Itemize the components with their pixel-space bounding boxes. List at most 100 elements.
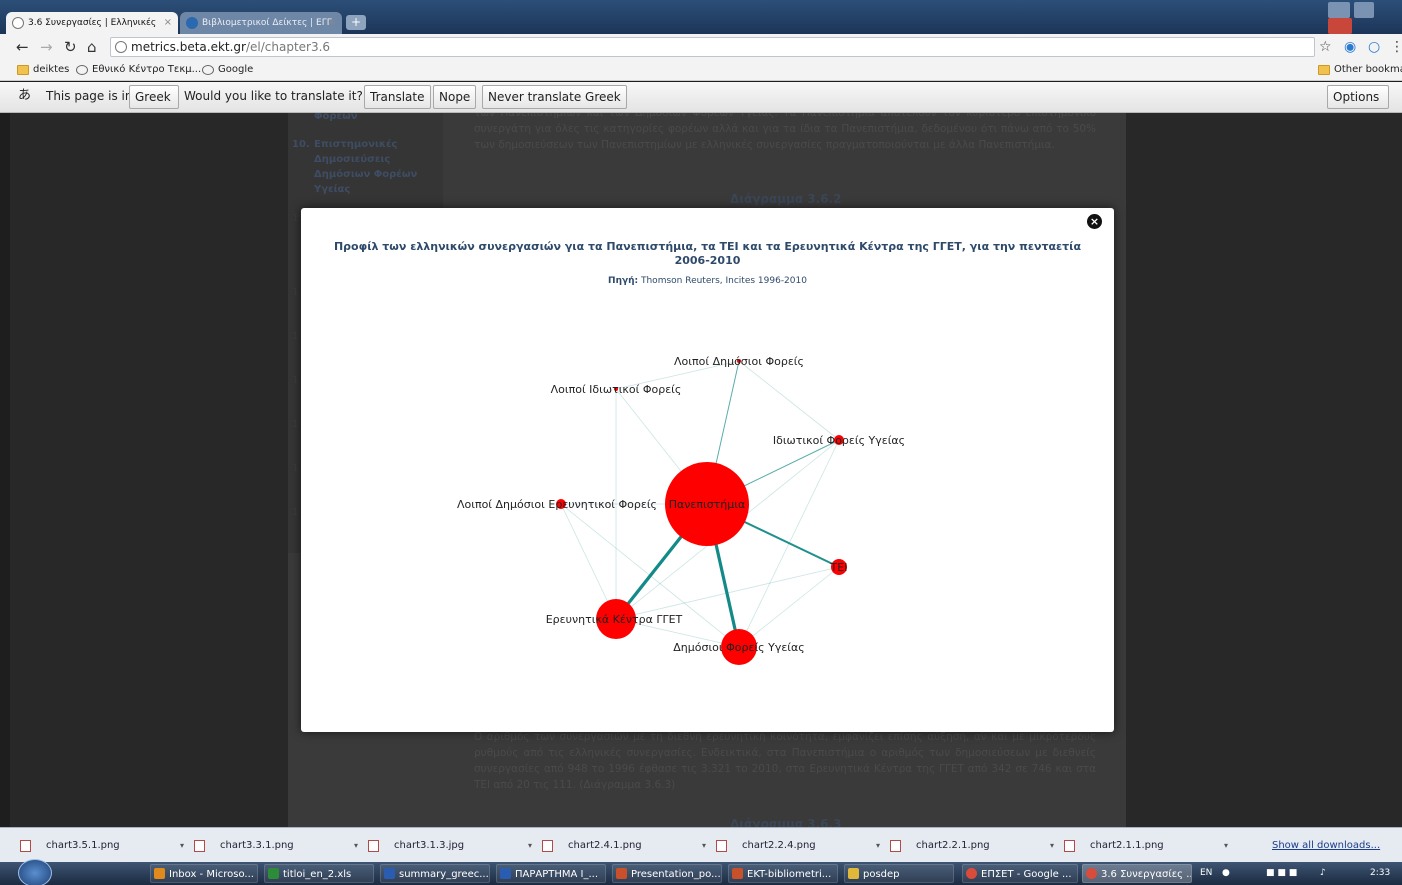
chrome-icon xyxy=(1086,868,1097,879)
site-favicon-icon xyxy=(186,17,198,29)
globe-icon xyxy=(12,17,24,29)
image-file-icon xyxy=(716,840,727,852)
word-icon xyxy=(384,868,395,879)
forward-arrow-icon[interactable]: → xyxy=(40,38,53,56)
powerpoint-icon xyxy=(616,868,627,879)
network-node-label: Λοιποί Δημόσιοι Φορείς xyxy=(674,355,804,368)
chevron-down-icon[interactable]: ▾ xyxy=(1050,834,1054,858)
taskbar-item[interactable]: EKT-bibliometri... xyxy=(728,864,838,883)
paragraph: Ο αριθμός των συνεργασιών με τη διεθνή ε… xyxy=(474,731,1096,791)
download-item[interactable]: chart2.2.4.png ▾ xyxy=(708,834,880,858)
taskbar-item[interactable]: titloi_en_2.xls xyxy=(264,864,374,883)
tray-icons[interactable]: ■ ■ ■ xyxy=(1266,862,1297,885)
network-node-label: Δημόσιοι Φορείς Υγείας xyxy=(673,641,804,654)
tab-inactive[interactable]: Βιβλιομετρικοί Δείκτες | ΕΓΓ × xyxy=(180,12,342,34)
image-file-icon xyxy=(890,840,901,852)
chevron-down-icon[interactable]: ▾ xyxy=(876,834,880,858)
url-host: metrics.beta.ekt.gr xyxy=(131,40,246,54)
toc-number: 1 xyxy=(292,331,299,342)
toc-number: 1 xyxy=(292,507,299,518)
translate-question: Would you like to translate it? xyxy=(184,89,363,103)
globe-icon xyxy=(76,65,88,75)
nope-button[interactable]: Nope xyxy=(433,85,477,109)
options-button[interactable]: Options ▾ xyxy=(1327,85,1389,126)
network-node-label: Λοιποί Ιδιωτικοί Φορείς xyxy=(551,383,682,396)
globe-icon xyxy=(115,41,127,53)
download-item[interactable]: chart2.1.1.png ▾ xyxy=(1056,834,1228,858)
chevron-down-icon[interactable]: ▾ xyxy=(354,834,358,858)
extension-icon[interactable]: ○ xyxy=(1368,38,1380,56)
image-file-icon xyxy=(194,840,205,852)
start-button[interactable] xyxy=(18,859,52,885)
image-file-icon xyxy=(20,840,31,852)
help-icon[interactable]: ● xyxy=(1222,862,1230,885)
window-controls xyxy=(1328,2,1398,34)
download-item[interactable]: chart2.2.1.png ▾ xyxy=(882,834,1054,858)
bookmark-item[interactable]: deiktes xyxy=(17,60,69,80)
toc-item[interactable]: Φορέων xyxy=(314,113,424,124)
taskbar-item-active[interactable]: 3.6 Συνεργασίες ... xyxy=(1082,864,1192,883)
maximize-icon[interactable] xyxy=(1353,2,1374,18)
folder-icon xyxy=(848,868,859,879)
address-bar[interactable]: metrics.beta.ekt.gr/el/chapter3.6 xyxy=(110,37,1315,57)
chevron-down-icon[interactable]: ▾ xyxy=(702,834,706,858)
network-node-label: ΤΕΙ xyxy=(830,561,848,574)
download-item[interactable]: chart3.1.3.jpg ▾ xyxy=(360,834,532,858)
toc-item[interactable]: Επιστημονικές Δημοσιεύσεις Δημόσιων Φορέ… xyxy=(314,137,424,197)
network-node-label: Ιδιωτικοί Φορείς Υγείας xyxy=(773,434,905,447)
taskbar-item[interactable]: Inbox - Microso... xyxy=(150,864,258,883)
show-all-downloads-link[interactable]: Show all downloads... xyxy=(1272,834,1380,858)
download-item[interactable]: chart3.5.1.png ▾ xyxy=(12,834,184,858)
network-node-label: Λοιποί Δημόσιοι Ερευνητικοί Φορείς xyxy=(457,498,657,511)
page-left-margin xyxy=(10,113,288,827)
chart-heading: Διάγραμμα 3.6.3 xyxy=(730,817,842,827)
tab-label: Βιβλιομετρικοί Δείκτες | ΕΓΓ xyxy=(202,18,332,28)
taskbar-item[interactable]: Presentation_po... xyxy=(612,864,722,883)
download-item[interactable]: chart3.3.1.png ▾ xyxy=(186,834,358,858)
network-node-label: Πανεπιστήμια xyxy=(669,498,746,511)
language-select[interactable]: Greek ▾ xyxy=(129,85,179,126)
other-bookmarks[interactable]: Other bookmarks xyxy=(1318,60,1402,80)
language-indicator[interactable]: EN xyxy=(1200,862,1212,885)
bookmarks-bar: deiktes Εθνικό Κέντρο Τεκμ... Google Oth… xyxy=(0,60,1402,81)
page-right-margin xyxy=(1126,113,1402,827)
tab-active[interactable]: 3.6 Συνεργασίες | Ελληνικές × xyxy=(6,12,178,34)
chevron-down-icon[interactable]: ▾ xyxy=(180,834,184,858)
back-arrow-icon[interactable]: ← xyxy=(16,38,29,56)
extension-icon[interactable]: ◉ xyxy=(1344,38,1356,56)
clock[interactable]: 2:33 μμ xyxy=(1370,862,1402,885)
download-item[interactable]: chart2.4.1.png ▾ xyxy=(534,834,706,858)
chevron-down-icon[interactable]: ▾ xyxy=(528,834,532,858)
translate-button[interactable]: Translate xyxy=(364,85,431,109)
image-file-icon xyxy=(542,840,553,852)
taskbar-item[interactable]: ΠΑΡΑΡΤΗΜΑ Ι_... xyxy=(496,864,606,883)
taskbar-item[interactable]: ΕΠΣΕΤ - Google ... xyxy=(962,864,1078,883)
new-tab-button[interactable]: + xyxy=(346,15,366,30)
chart-modal: × Προφίλ των ελληνικών συνεργασιών για τ… xyxy=(301,208,1114,732)
chart-heading: Διάγραμμα 3.6.2 xyxy=(730,192,842,206)
chevron-down-icon[interactable]: ▾ xyxy=(1224,834,1228,858)
network-edge-hosp-priv_health xyxy=(738,439,840,648)
image-file-icon xyxy=(368,840,379,852)
volume-icon[interactable]: ♪ xyxy=(1320,862,1326,885)
bookmark-item[interactable]: Google xyxy=(202,60,253,80)
taskbar-item[interactable]: posdep xyxy=(844,864,954,883)
toc-number: 1 xyxy=(292,287,299,298)
browser-toolbar: ← → ↻ ⌂ metrics.beta.ekt.gr/el/chapter3.… xyxy=(0,34,1402,60)
reload-icon[interactable]: ↻ xyxy=(64,38,77,56)
minimize-icon[interactable] xyxy=(1328,2,1350,18)
close-window-icon[interactable] xyxy=(1328,18,1352,34)
close-tab-icon[interactable]: × xyxy=(164,12,172,34)
home-icon[interactable]: ⌂ xyxy=(87,38,97,56)
powerpoint-icon xyxy=(732,868,743,879)
wrench-icon[interactable]: ⋮ xyxy=(1390,38,1402,56)
close-tab-icon[interactable]: × xyxy=(328,12,336,34)
image-file-icon xyxy=(1064,840,1075,852)
bookmark-item[interactable]: Εθνικό Κέντρο Τεκμ... xyxy=(76,60,201,80)
globe-icon xyxy=(202,65,214,75)
never-translate-button[interactable]: Never translate Greek xyxy=(482,85,627,109)
taskbar-item[interactable]: summary_greec... xyxy=(380,864,490,883)
network-node-label: Ερευνητικά Κέντρα ΓΓΕΤ xyxy=(546,613,683,626)
star-icon[interactable]: ☆ xyxy=(1319,38,1332,56)
system-tray: EN ● ■ ■ ■ ♪ 2:33 μμ xyxy=(1196,862,1402,885)
